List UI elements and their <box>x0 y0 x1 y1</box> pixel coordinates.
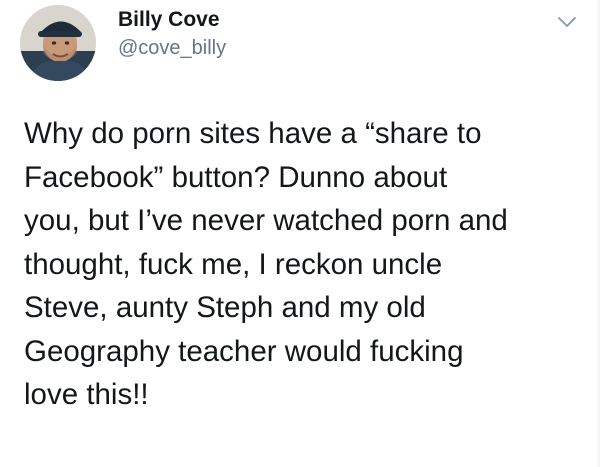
avatar[interactable] <box>20 5 96 81</box>
tweet-text-line: Steve, aunty Steph and my old <box>24 291 426 324</box>
chevron-down-icon <box>558 17 576 27</box>
tweet-text-line: Why do porn sites have a “share to <box>24 117 482 150</box>
scroll-edge <box>596 0 600 467</box>
author-handle[interactable]: @cove_billy <box>118 37 226 60</box>
profile-photo-icon <box>20 5 96 81</box>
tweet-text: Why do porn sites have a “share to Faceb… <box>24 112 594 417</box>
tweet-card: Billy Cove @cove_billy Why do porn sites… <box>0 0 600 467</box>
tweet-text-line: Facebook” button? Dunno about <box>24 160 448 194</box>
tweet-header: Billy Cove @cove_billy <box>0 0 600 90</box>
tweet-text-line: thought, fuck me, I reckon uncle <box>24 247 443 281</box>
tweet-text-line: Geography teacher would fucking <box>24 334 464 368</box>
author-display-name[interactable]: Billy Cove <box>118 8 220 32</box>
tweet-text-line: love this!! <box>24 378 149 411</box>
tweet-text-line: you, but I’ve never watched porn and <box>24 204 508 237</box>
tweet-menu-button[interactable] <box>550 8 584 36</box>
